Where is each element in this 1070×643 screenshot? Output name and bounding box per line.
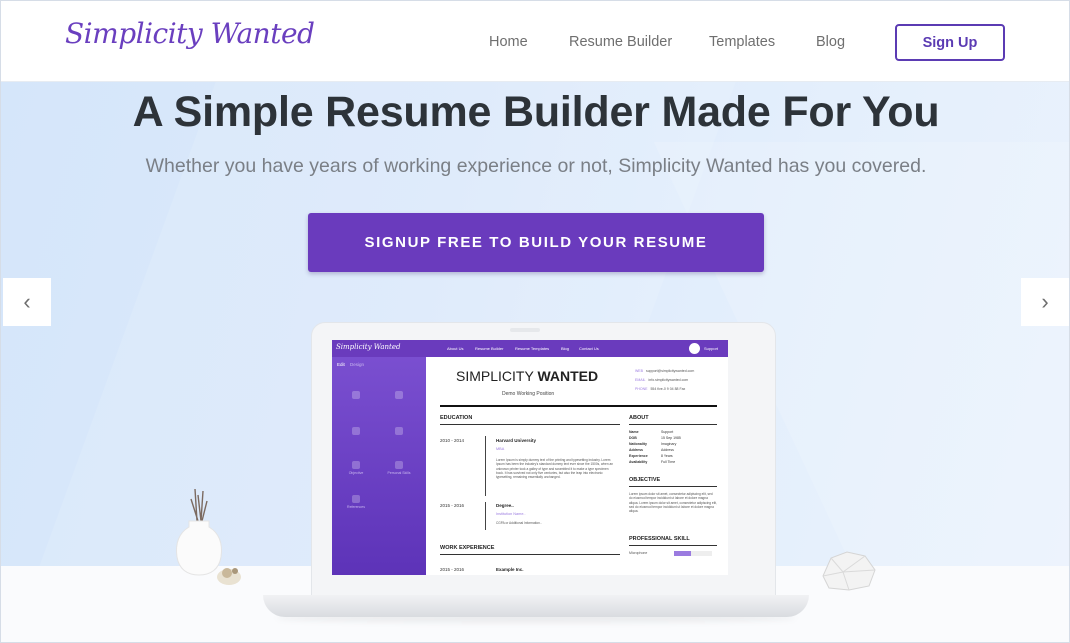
preview-edu2-degree: Institution Name.. — [496, 512, 526, 516]
preview-heading-rule — [629, 486, 717, 487]
preview-nav-item: About Us — [447, 346, 464, 351]
preview-work1-years: 2015 - 2016 — [440, 567, 465, 572]
preview-about-row: Availability Full Time — [629, 460, 676, 464]
preview-skill-name: Microphone — [629, 551, 648, 555]
chevron-right-icon: › — [1041, 289, 1049, 314]
preview-contact-web: WEB support@simplicitywanted.com — [635, 369, 695, 373]
crumpled-paper-image — [822, 551, 876, 591]
preview-about-row: Address Address — [629, 448, 674, 452]
preview-skill-bar-fill — [674, 551, 692, 556]
preview-heading-rule — [629, 424, 717, 425]
preview-work1-company: Example Inc. — [496, 567, 524, 572]
preview-about-row: Nationality Imaginary — [629, 442, 677, 446]
preview-education-heading: EDUCATION — [440, 415, 473, 421]
preview-heading-rule — [440, 424, 620, 425]
preview-side-item-references: References — [335, 495, 377, 509]
nav-templates[interactable]: Templates — [709, 34, 775, 50]
preview-support: Support — [704, 346, 719, 351]
carousel-prev-button[interactable]: ‹ — [3, 278, 51, 326]
preview-topbar: Simplicity Wanted About Us Resume Builde… — [332, 340, 728, 357]
nav-home[interactable]: Home — [489, 34, 528, 50]
preview-resume-name: SIMPLICITY WANTED — [456, 368, 599, 384]
signup-cta-button[interactable]: SIGNUP FREE TO BUILD YOUR RESUME — [308, 213, 764, 272]
site-header: Simplicity Wanted Home Resume Builder Te… — [1, 1, 1069, 82]
preview-about-row: Experience 8 Years — [629, 454, 673, 458]
site-logo[interactable]: Simplicity Wanted — [65, 17, 315, 50]
preview-logo: Simplicity Wanted — [336, 343, 401, 351]
preview-resume-role: Demo Working Position — [502, 391, 555, 397]
preview-edu2-school: Degree.. — [496, 503, 514, 508]
laptop-camera — [510, 328, 540, 332]
preview-heading-rule — [629, 545, 717, 546]
preview-side-item — [335, 427, 377, 437]
preview-edu2-text: CGPA or Additional Information.. — [496, 521, 542, 525]
preview-skill-bar — [674, 551, 712, 556]
preview-edu1-degree: MBA — [496, 447, 505, 451]
preview-heading-rule — [440, 554, 620, 555]
preview-side-item — [378, 427, 420, 437]
flower-image — [217, 568, 241, 585]
page: Simplicity Wanted Home Resume Builder Te… — [0, 0, 1070, 643]
preview-about-row: Name Support — [629, 430, 674, 434]
preview-contact-phone: PHONE 554 five-0 9 04 88 Fax — [635, 387, 686, 391]
preview-side-item — [378, 391, 420, 401]
preview-edu1-school: Harvard University — [496, 438, 537, 443]
nav-resume-builder[interactable]: Resume Builder — [569, 34, 672, 50]
resume-preview-screen: Simplicity Wanted About Us Resume Builde… — [332, 340, 728, 575]
preview-about-heading: ABOUT — [629, 415, 649, 421]
preview-side-item — [335, 391, 377, 401]
preview-side-item-objective: Objective — [335, 461, 377, 475]
carousel-next-button[interactable]: › — [1021, 278, 1069, 326]
preview-skill-heading: PROFESSIONAL SKILL — [629, 536, 690, 542]
preview-contact-email: EMAIL info.simplicitywanted.com — [635, 378, 689, 382]
hero-subtitle: Whether you have years of working experi… — [145, 155, 927, 177]
preview-side-item-skills: Personal Skills — [378, 461, 420, 475]
preview-nav-item: Blog — [561, 346, 570, 351]
preview-edu1-years: 2010 - 2014 — [440, 438, 465, 443]
laptop-base — [263, 595, 809, 617]
preview-objective-heading: OBJECTIVE — [629, 477, 661, 483]
nav-blog[interactable]: Blog — [816, 34, 845, 50]
preview-edu1-text: Lorem Ipsum is simply dummy text of the … — [496, 458, 614, 480]
preview-timeline — [485, 436, 486, 496]
preview-tab-edit: Edit — [337, 362, 345, 367]
preview-objective-text: Lorem ipsum dolor sit amet, consectetur … — [629, 492, 717, 514]
preview-sidebar: Edit Design Objective Personal Skills Re… — [332, 357, 426, 575]
preview-tab-design: Design — [350, 362, 365, 367]
chevron-left-icon: ‹ — [23, 289, 31, 314]
hero-title: A Simple Resume Builder Made For You — [132, 88, 940, 136]
preview-timeline — [485, 502, 486, 530]
preview-edu2-years: 2015 - 2016 — [440, 503, 465, 508]
preview-nav-item: Resume Builder — [475, 346, 504, 351]
preview-work-heading: WORK EXPERIENCE — [440, 545, 495, 551]
preview-resume-document: SIMPLICITY WANTED Demo Working Position … — [430, 360, 726, 575]
preview-nav-item: Contact Us — [579, 346, 599, 351]
preview-nav-item: Resume Templates — [515, 346, 550, 351]
preview-divider — [440, 405, 717, 407]
preview-avatar — [689, 343, 700, 354]
preview-about-row: DOB 15 Sep 1985 — [629, 436, 681, 440]
sign-up-button[interactable]: Sign Up — [895, 24, 1005, 61]
